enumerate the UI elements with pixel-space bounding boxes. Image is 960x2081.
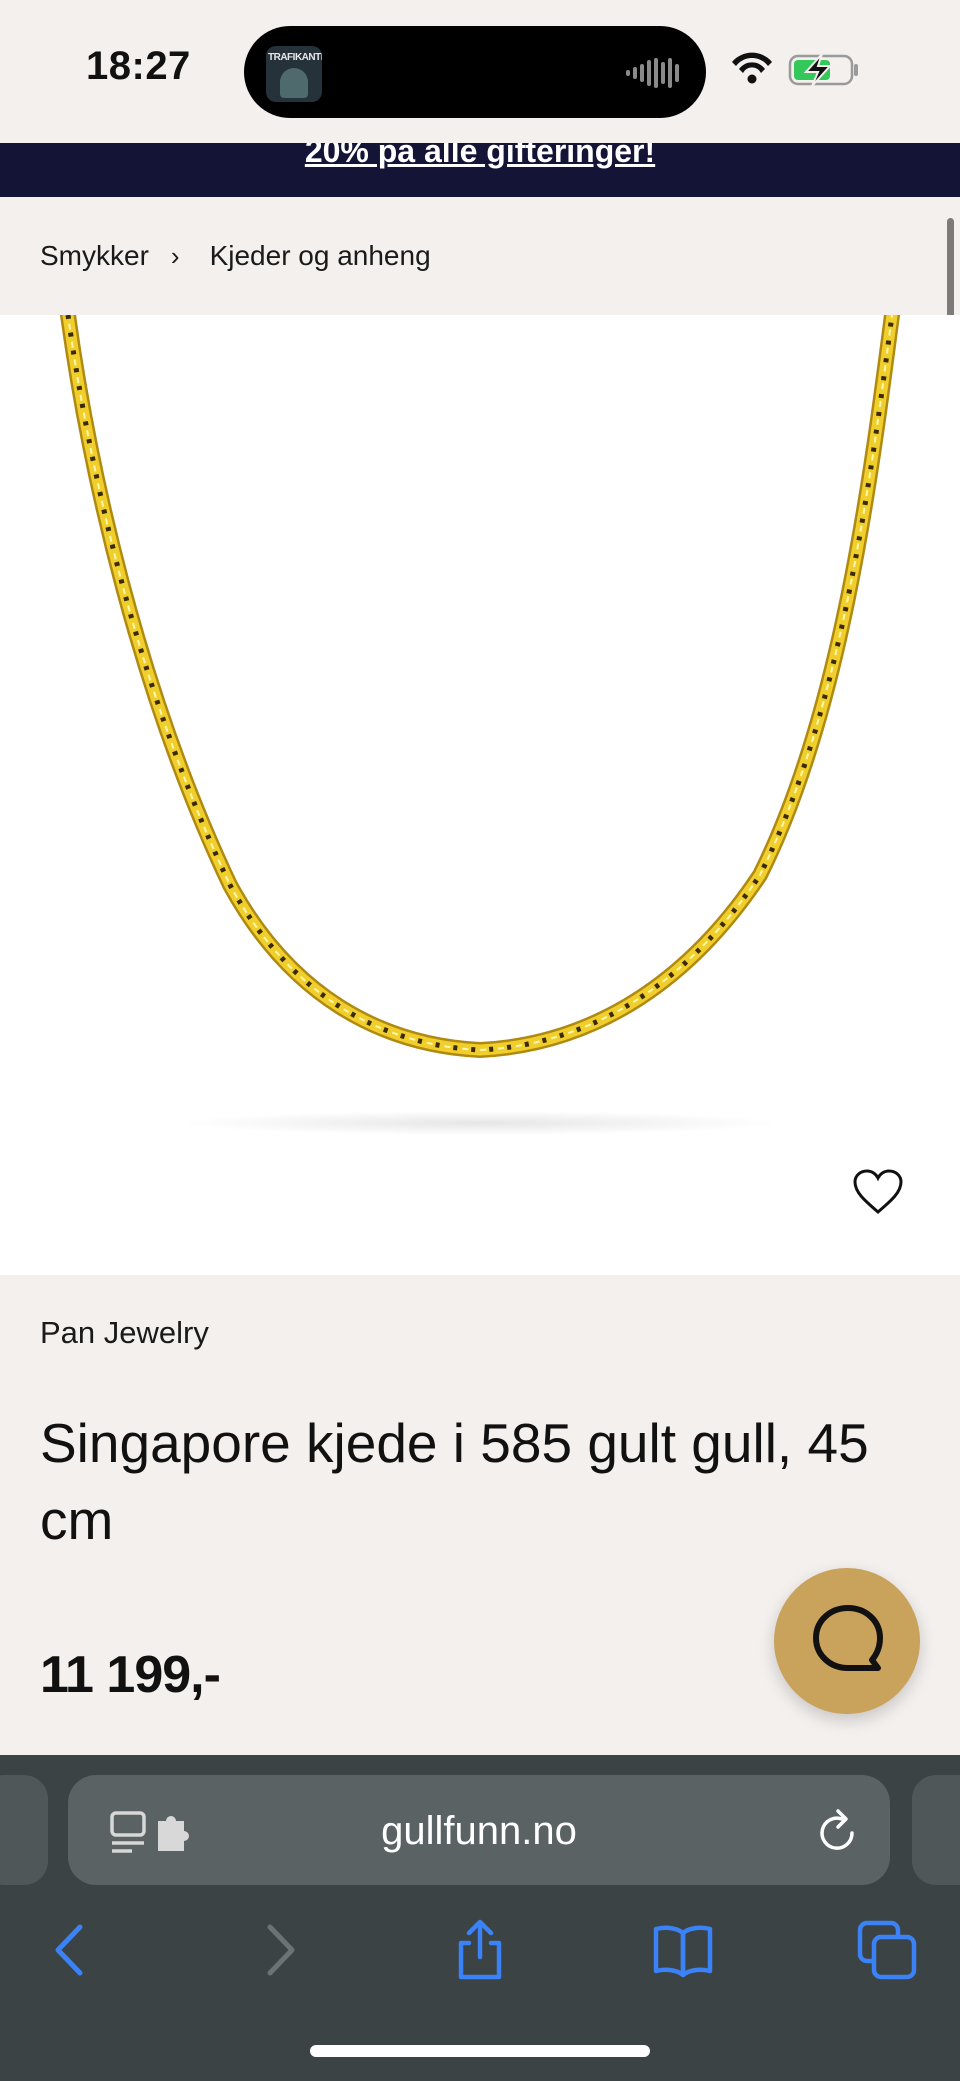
reload-icon[interactable] bbox=[816, 1807, 860, 1853]
now-playing-artwork: TRAFIKANTE bbox=[266, 46, 322, 102]
status-icons bbox=[732, 52, 858, 87]
home-indicator[interactable] bbox=[310, 2045, 650, 2057]
bookmarks-icon[interactable] bbox=[652, 1919, 714, 1981]
browser-chrome: gullfunn.no bbox=[0, 1755, 960, 2081]
next-tab-preview[interactable] bbox=[912, 1775, 960, 1885]
heart-outline-icon[interactable] bbox=[852, 1168, 904, 1216]
waveform-icon bbox=[626, 58, 679, 88]
product-brand[interactable]: Pan Jewelry bbox=[40, 1315, 209, 1351]
address-bar[interactable]: gullfunn.no bbox=[68, 1775, 890, 1885]
battery-charging-icon bbox=[788, 53, 858, 87]
back-icon[interactable] bbox=[40, 1919, 102, 1981]
breadcrumb-item-kjeder[interactable]: Kjeder og anheng bbox=[210, 240, 431, 272]
chat-bubble-icon bbox=[813, 1605, 883, 1671]
promo-banner[interactable]: 20% på alle gifteringer! bbox=[0, 143, 960, 197]
forward-icon[interactable] bbox=[248, 1919, 310, 1981]
wifi-icon bbox=[732, 52, 772, 84]
browser-toolbar bbox=[0, 1905, 960, 1997]
product-price: 11 199,- bbox=[40, 1646, 221, 1704]
promo-link[interactable]: 20% på alle gifteringer! bbox=[0, 143, 960, 170]
url-text[interactable]: gullfunn.no bbox=[68, 1809, 890, 1854]
status-time: 18:27 bbox=[86, 44, 191, 88]
artwork-figure bbox=[280, 68, 308, 98]
product-title: Singapore kjede i 585 gult gull, 45 cm bbox=[40, 1412, 869, 1551]
product-image[interactable] bbox=[0, 315, 960, 1275]
share-icon[interactable] bbox=[449, 1919, 511, 1981]
chat-button[interactable] bbox=[774, 1568, 920, 1714]
status-bar: 18:27 TRAFIKANTE bbox=[0, 0, 960, 143]
breadcrumb: Smykker › Kjeder og anheng bbox=[0, 197, 960, 315]
breadcrumb-item-smykker[interactable]: Smykker bbox=[40, 240, 149, 272]
dynamic-island[interactable]: TRAFIKANTE bbox=[244, 26, 706, 118]
previous-tab-preview[interactable] bbox=[0, 1775, 48, 1885]
artwork-text: TRAFIKANTE bbox=[268, 52, 322, 63]
gold-chain-image bbox=[60, 315, 900, 1135]
tabs-icon[interactable] bbox=[856, 1919, 918, 1981]
chevron-right-icon: › bbox=[170, 240, 180, 271]
